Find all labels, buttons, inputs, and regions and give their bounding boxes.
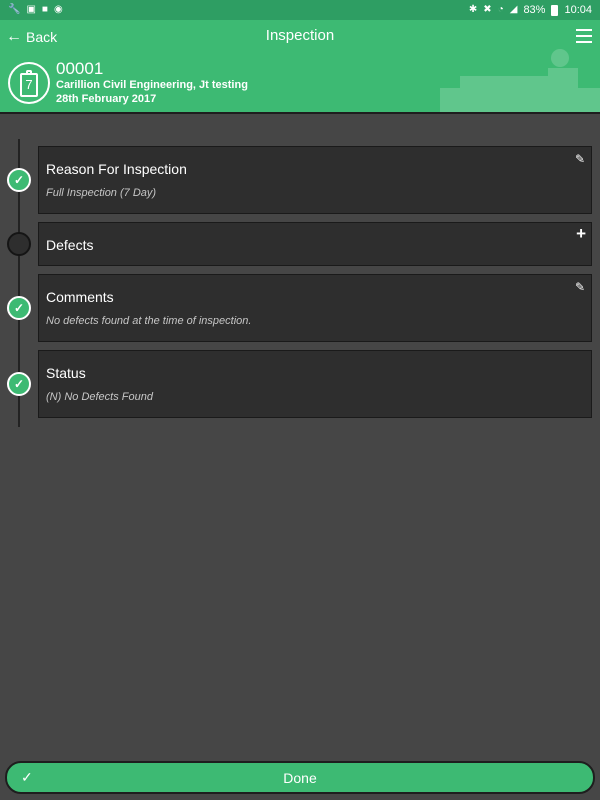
done-label: Done xyxy=(283,769,317,786)
section-title: Reason For Inspection xyxy=(46,161,187,177)
hamburger-menu-icon[interactable] xyxy=(576,29,592,43)
status-bar-left: 🔧 ▣ ■ ◉ xyxy=(8,5,63,15)
section-defects[interactable]: Defects + xyxy=(38,222,592,266)
edit-icon[interactable]: ✎ xyxy=(575,152,585,166)
check-icon: ✓ xyxy=(21,769,33,785)
flipboard-icon: ■ xyxy=(41,4,48,15)
wifi-icon: ◔ xyxy=(497,4,504,15)
photo-icon: ▣ xyxy=(26,4,36,15)
clipboard-icon: 7 xyxy=(8,62,50,104)
menu-bar xyxy=(576,29,592,31)
section-title: Status xyxy=(46,365,86,381)
edit-icon[interactable]: ✎ xyxy=(575,280,585,294)
section-reason-for-inspection[interactable]: Reason For Inspection Full Inspection (7… xyxy=(38,146,592,214)
battery-percent: 83% xyxy=(523,4,546,16)
lock-app-icon: ◉ xyxy=(53,4,63,15)
section-comments[interactable]: Comments No defects found at the time of… xyxy=(38,274,592,342)
section-value: (N) No Defects Found xyxy=(46,391,153,403)
section-value: No defects found at the time of inspecti… xyxy=(46,315,252,327)
menu-bar xyxy=(576,35,592,37)
clipboard-body: 7 xyxy=(20,69,38,97)
inspection-date: 28th February 2017 xyxy=(56,93,157,105)
done-button[interactable]: ✓ Done xyxy=(5,761,595,794)
battery-icon xyxy=(551,4,559,16)
app-header: ← Back Inspection 7 00001 Carillion Civi… xyxy=(0,20,600,114)
check-icon: ✓ xyxy=(7,372,31,396)
signal-icon: ◢ xyxy=(509,4,518,15)
bluetooth-icon: ✱ xyxy=(468,4,478,15)
wrench-icon: 🔧 xyxy=(8,4,21,15)
mute-icon: ✖ xyxy=(483,4,492,15)
inspection-company: Carillion Civil Engineering, Jt testing xyxy=(56,79,248,91)
status-time: 10:04 xyxy=(564,4,592,16)
inspection-number: 00001 xyxy=(56,59,104,78)
section-status[interactable]: Status (N) No Defects Found xyxy=(38,350,592,418)
clipboard-number: 7 xyxy=(25,77,33,92)
section-title: Comments xyxy=(46,289,114,305)
section-title: Defects xyxy=(46,237,94,253)
status-bar-right: ✱ ✖ ◔ ◢ 83% 10:04 xyxy=(469,4,592,16)
menu-bar xyxy=(576,41,592,43)
incomplete-circle-icon xyxy=(7,232,31,256)
plus-icon[interactable]: + xyxy=(576,224,586,244)
check-icon: ✓ xyxy=(7,296,31,320)
clipboard-clip xyxy=(26,69,32,75)
header-background-illustration xyxy=(440,49,600,112)
section-value: Full Inspection (7 Day) xyxy=(46,187,157,199)
page-title: Inspection xyxy=(265,27,335,44)
check-icon: ✓ xyxy=(7,168,31,192)
status-bar: 🔧 ▣ ■ ◉ ✱ ✖ ◔ ◢ 83% 10:04 xyxy=(0,0,600,20)
